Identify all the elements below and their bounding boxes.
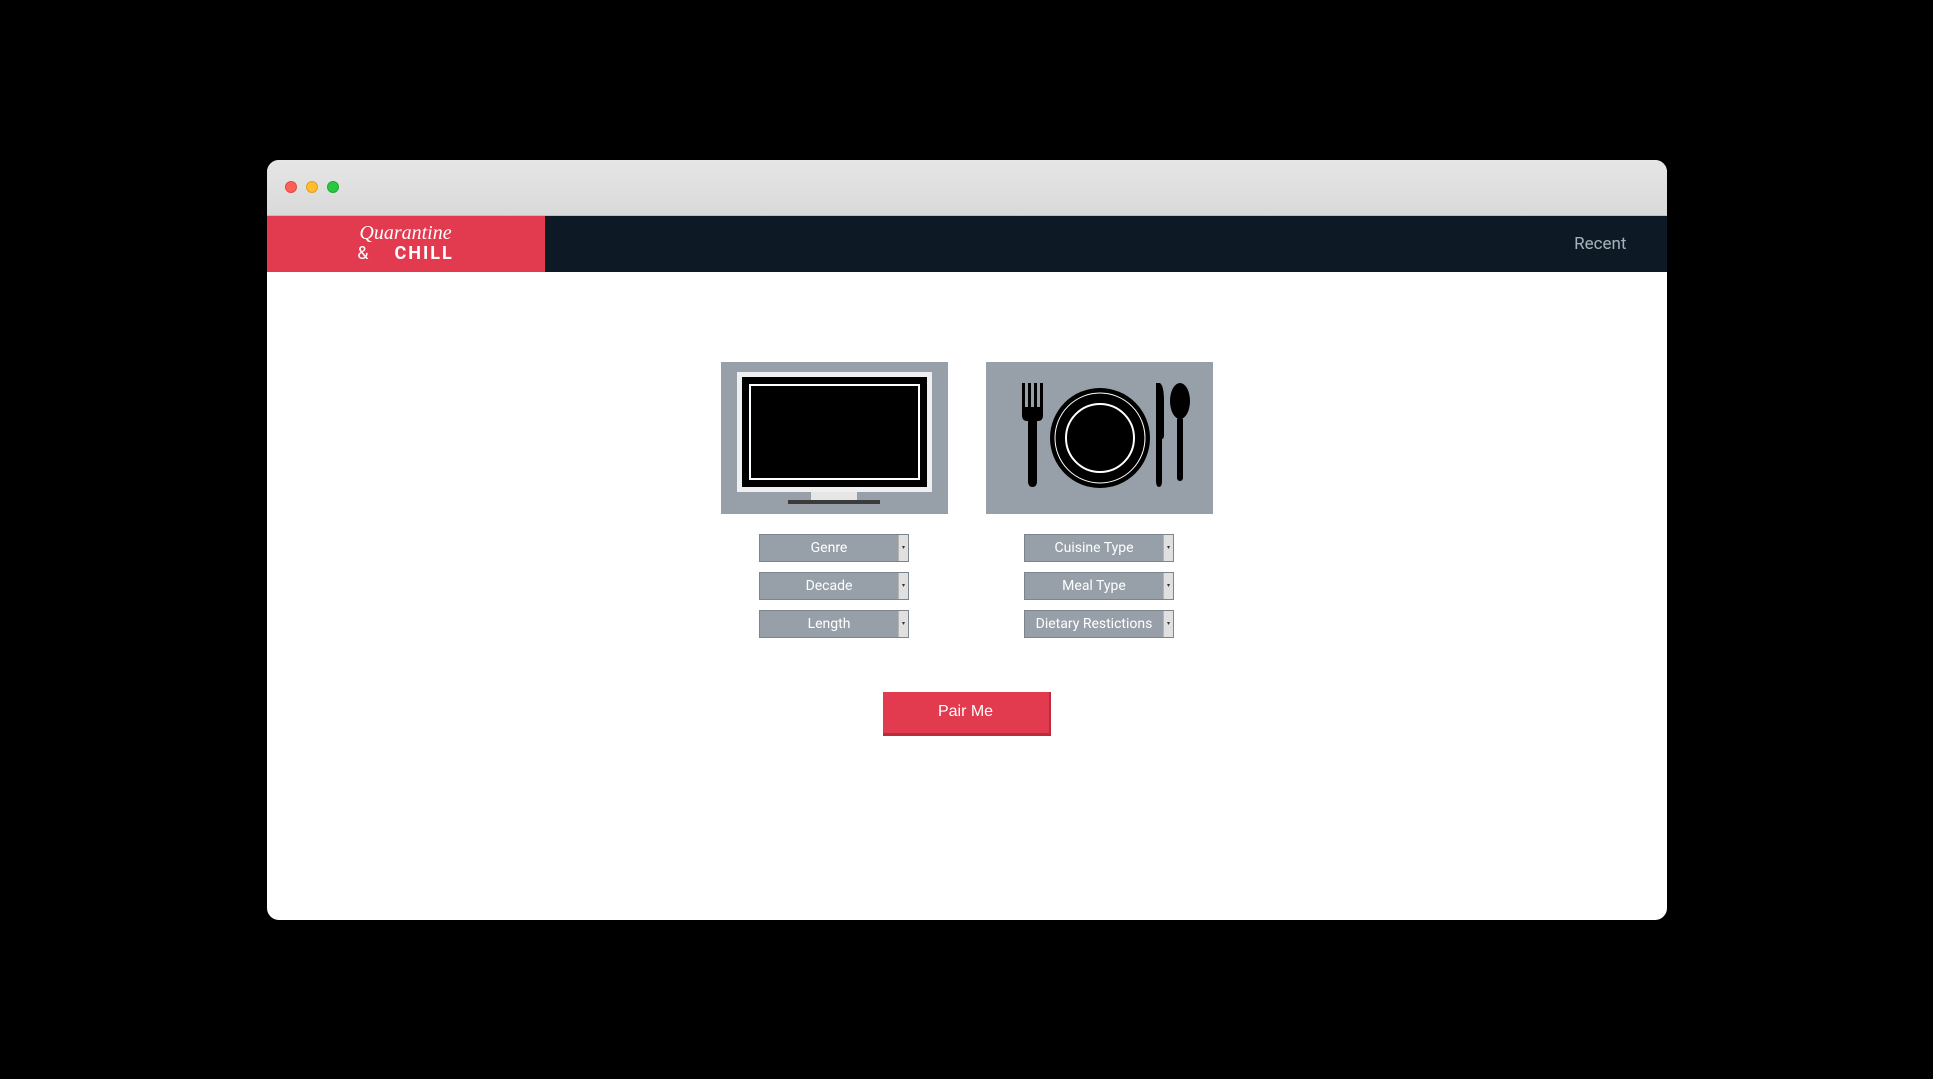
pair-row: Genre ▾ Decade ▾ Length ▾	[721, 362, 1213, 638]
logo-amp: &	[357, 243, 368, 264]
meal-select-label: Meal Type	[1025, 578, 1163, 594]
meal-select[interactable]: Meal Type ▾	[1024, 572, 1174, 600]
genre-select-label: Genre	[760, 540, 898, 556]
nav-link-recent[interactable]: Recent	[1534, 216, 1666, 272]
logo-line-1: Quarantine	[359, 223, 451, 243]
window-zoom-button[interactable]	[327, 181, 339, 193]
navbar: Quarantine & CHILL Recent	[267, 216, 1667, 272]
chevron-down-icon: ▾	[1163, 611, 1173, 637]
movie-column: Genre ▾ Decade ▾ Length ▾	[721, 362, 948, 638]
titlebar	[267, 160, 1667, 216]
window-close-button[interactable]	[285, 181, 297, 193]
cuisine-select-label: Cuisine Type	[1025, 540, 1163, 556]
pair-me-button[interactable]: Pair Me	[883, 692, 1051, 736]
logo-line-2: & CHILL	[357, 243, 453, 265]
diet-select-label: Dietary Restictions	[1025, 616, 1163, 632]
nav-spacer	[545, 216, 1535, 272]
diet-select[interactable]: Dietary Restictions ▾	[1024, 610, 1174, 638]
chevron-down-icon: ▾	[898, 535, 908, 561]
cuisine-select[interactable]: Cuisine Type ▾	[1024, 534, 1174, 562]
logo-chill: CHILL	[394, 243, 453, 264]
chevron-down-icon: ▾	[898, 611, 908, 637]
plate-setting-icon	[1004, 373, 1194, 503]
main-content: Genre ▾ Decade ▾ Length ▾	[267, 272, 1667, 920]
app-window: Quarantine & CHILL Recent Genre	[267, 160, 1667, 920]
chevron-down-icon: ▾	[1163, 573, 1173, 599]
genre-select[interactable]: Genre ▾	[759, 534, 909, 562]
movie-tile	[721, 362, 948, 514]
window-minimize-button[interactable]	[306, 181, 318, 193]
length-select-label: Length	[760, 616, 898, 632]
chevron-down-icon: ▾	[1163, 535, 1173, 561]
length-select[interactable]: Length ▾	[759, 610, 909, 638]
decade-select[interactable]: Decade ▾	[759, 572, 909, 600]
food-column: Cuisine Type ▾ Meal Type ▾ Dietary Resti…	[986, 362, 1213, 638]
decade-select-label: Decade	[760, 578, 898, 594]
tv-icon	[737, 372, 932, 504]
chevron-down-icon: ▾	[898, 573, 908, 599]
logo[interactable]: Quarantine & CHILL	[267, 216, 545, 272]
food-tile	[986, 362, 1213, 514]
